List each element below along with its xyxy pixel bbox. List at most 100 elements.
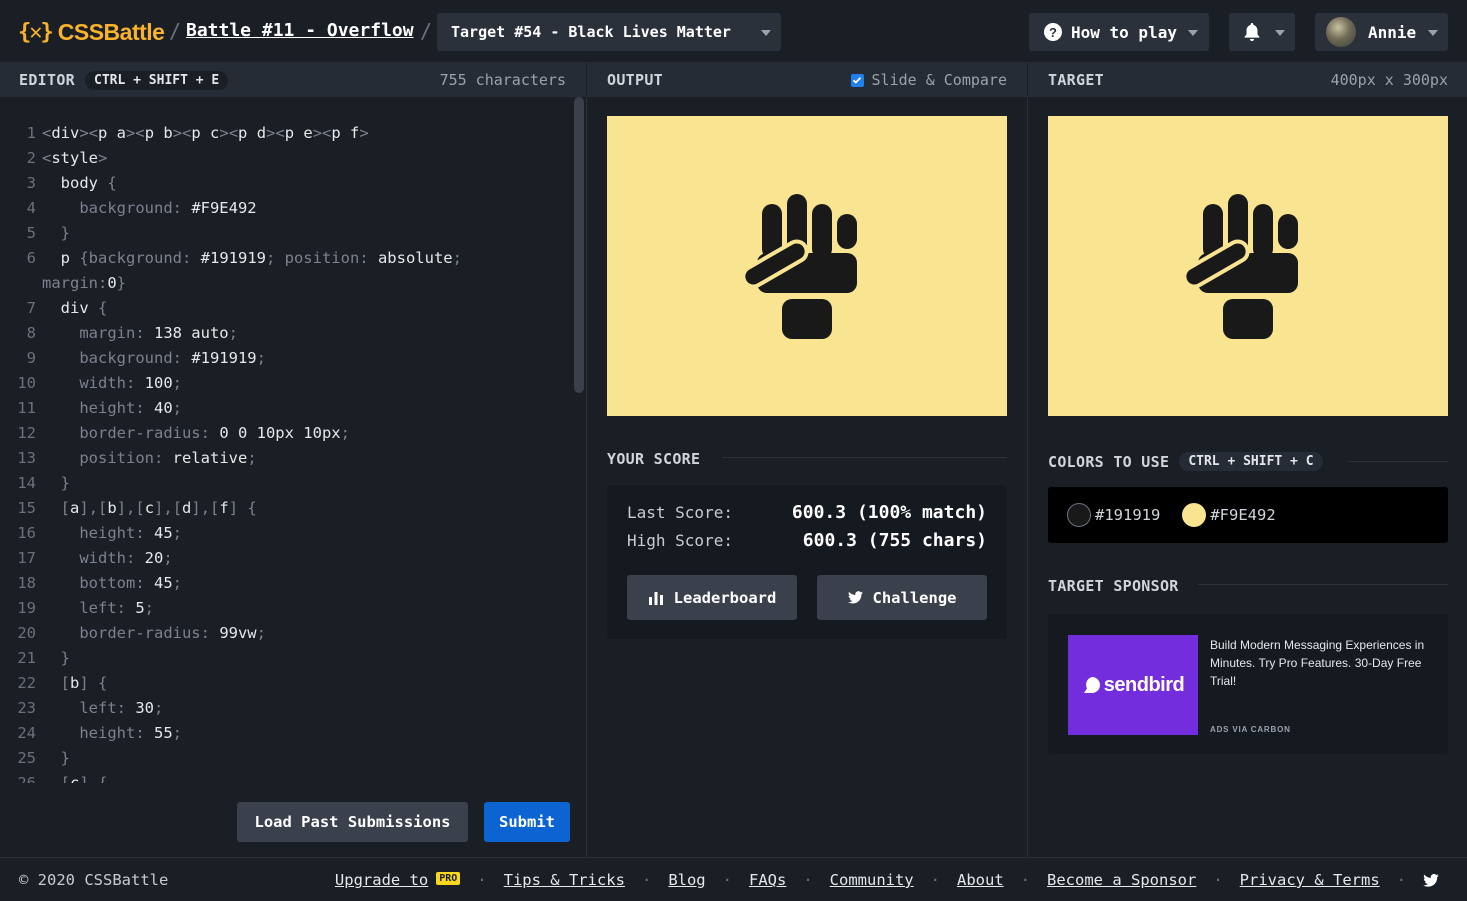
footer-separator: · xyxy=(803,871,813,889)
code-text[interactable]: [b] { xyxy=(42,671,108,696)
code-text[interactable]: position: relative; xyxy=(42,446,256,471)
load-past-submissions-button[interactable]: Load Past Submissions xyxy=(237,802,468,842)
code-line[interactable]: 1 <div><p a><p b><p c><p d><p e><p f> xyxy=(0,121,572,146)
code-line[interactable]: 24 height: 55; xyxy=(0,721,572,746)
line-number: 11 xyxy=(17,399,36,417)
code-line[interactable]: margin:0} xyxy=(0,271,572,296)
code-text[interactable]: bottom: 45; xyxy=(42,571,182,596)
tips-link[interactable]: Tips & Tricks xyxy=(504,871,625,889)
code-text[interactable]: <style> xyxy=(42,146,107,171)
code-text[interactable]: body { xyxy=(42,171,117,196)
code-text[interactable]: p {background: #191919; position: absolu… xyxy=(42,246,462,271)
code-token: ; xyxy=(340,424,350,442)
code-text[interactable]: border-radius: 0 0 10px 10px; xyxy=(42,421,350,446)
code-line[interactable]: 12 border-radius: 0 0 10px 10px; xyxy=(0,421,572,446)
code-text[interactable]: } xyxy=(42,646,70,671)
output-canvas[interactable] xyxy=(607,116,1007,416)
code-text[interactable]: height: 40; xyxy=(42,396,182,421)
sponsor-ad[interactable]: sendbird Build Modern Messaging Experien… xyxy=(1048,614,1448,754)
code-line[interactable]: 20 border-radius: 99vw; xyxy=(0,621,572,646)
divider xyxy=(1348,461,1448,462)
upgrade-link[interactable]: Upgrade to xyxy=(335,871,428,889)
leaderboard-button[interactable]: Leaderboard xyxy=(627,575,797,620)
code-token: d xyxy=(182,499,192,517)
editor-scrollbar[interactable] xyxy=(574,97,584,393)
line-number: 15 xyxy=(17,499,36,517)
code-line[interactable]: 5 } xyxy=(0,221,572,246)
code-text[interactable]: margin: 138 auto; xyxy=(42,321,238,346)
code-text[interactable]: } xyxy=(42,221,70,246)
sponsor-link[interactable]: Become a Sponsor xyxy=(1047,871,1196,889)
community-link[interactable]: Community xyxy=(830,871,914,889)
color-label[interactable]: #191919 xyxy=(1095,506,1160,524)
color-swatch[interactable] xyxy=(1067,503,1091,527)
code-text[interactable]: background: #F9E492 xyxy=(42,196,256,221)
code-text[interactable]: border-radius: 99vw; xyxy=(42,621,266,646)
chevron-down-icon xyxy=(1428,30,1438,36)
code-line[interactable]: 8 margin: 138 auto; xyxy=(0,321,572,346)
code-line[interactable]: 17 width: 20; xyxy=(0,546,572,571)
battle-link[interactable]: Battle #11 - Overflow xyxy=(186,20,414,41)
notifications-button[interactable] xyxy=(1229,13,1295,51)
code-text[interactable]: } xyxy=(42,746,70,771)
code-text[interactable]: left: 5; xyxy=(42,596,154,621)
code-line[interactable]: 7 div { xyxy=(0,296,572,321)
code-text[interactable]: [c] { xyxy=(42,771,108,783)
code-line[interactable]: 2 <style> xyxy=(0,146,572,171)
slide-compare-toggle[interactable]: Slide & Compare xyxy=(850,71,1007,89)
twitter-icon[interactable] xyxy=(1423,873,1439,887)
code-line[interactable]: 13 position: relative; xyxy=(0,446,572,471)
code-text[interactable]: div { xyxy=(42,296,108,321)
blog-link[interactable]: Blog xyxy=(668,871,705,889)
target-select[interactable]: Target #54 - Black Lives Matter xyxy=(437,13,781,51)
code-token: left: xyxy=(79,699,136,717)
code-line[interactable]: 21 } xyxy=(0,646,572,671)
code-line[interactable]: 10 width: 100; xyxy=(0,371,572,396)
high-score-value: 600.3 (755 chars) xyxy=(802,530,987,551)
about-link[interactable]: About xyxy=(957,871,1004,889)
code-text[interactable]: [a],[b],[c],[d],[f] { xyxy=(42,496,257,521)
code-text[interactable]: width: 20; xyxy=(42,546,172,571)
code-token: relative xyxy=(172,449,248,467)
code-line[interactable]: 14 } xyxy=(0,471,572,496)
submit-button[interactable]: Submit xyxy=(484,802,570,842)
code-text[interactable]: <div><p a><p b><p c><p d><p e><p f> xyxy=(42,121,369,146)
code-line[interactable]: 4 background: #F9E492 xyxy=(0,196,572,221)
code-line[interactable]: 25 } xyxy=(0,746,572,771)
sponsor-logo[interactable]: sendbird xyxy=(1068,635,1198,735)
code-line[interactable]: 16 height: 45; xyxy=(0,521,572,546)
code-line[interactable]: 26 [c] { xyxy=(0,771,572,783)
code-text[interactable]: width: 100; xyxy=(42,371,182,396)
cssbattle-logo[interactable]: {✕} CSSBattle xyxy=(18,18,165,46)
code-text[interactable]: margin:0} xyxy=(42,271,126,296)
code-text[interactable]: left: 30; xyxy=(42,696,163,721)
code-text[interactable]: height: 45; xyxy=(42,521,182,546)
code-line[interactable]: 18 bottom: 45; xyxy=(0,571,572,596)
code-line[interactable]: 6 p {background: #191919; position: abso… xyxy=(0,246,572,271)
code-line[interactable]: 19 left: 5; xyxy=(0,596,572,621)
user-menu-button[interactable]: Annie xyxy=(1315,13,1448,51)
code-text[interactable]: } xyxy=(42,471,70,496)
sponsor-text[interactable]: Build Modern Messaging Experiences in Mi… xyxy=(1210,636,1430,690)
code-text[interactable]: height: 55; xyxy=(42,721,182,746)
challenge-button[interactable]: Challenge xyxy=(817,575,987,620)
ads-via-carbon[interactable]: ADS VIA CARBON xyxy=(1210,725,1291,734)
code-line[interactable]: 23 left: 30; xyxy=(0,696,572,721)
code-editor[interactable]: 1 <div><p a><p b><p c><p d><p e><p f> 2 <st… xyxy=(0,97,586,857)
color-swatch[interactable] xyxy=(1182,503,1207,527)
code-line[interactable]: 11 height: 40; xyxy=(0,396,572,421)
code-line[interactable]: 3 body { xyxy=(0,171,572,196)
color-label[interactable]: #F9E492 xyxy=(1210,506,1275,524)
faqs-link[interactable]: FAQs xyxy=(749,871,786,889)
code-area[interactable]: 1 <div><p a><p b><p c><p d><p e><p f> 2 <st… xyxy=(0,121,572,783)
privacy-link[interactable]: Privacy & Terms xyxy=(1240,871,1380,889)
code-line[interactable]: 22 [b] { xyxy=(0,671,572,696)
checkbox[interactable] xyxy=(850,73,864,87)
code-line[interactable]: 9 background: #191919; xyxy=(0,346,572,371)
code-token: ; xyxy=(228,324,238,342)
code-text[interactable]: background: #191919; xyxy=(42,346,266,371)
code-token: [ xyxy=(60,774,71,783)
how-to-play-button[interactable]: ? How to play xyxy=(1029,13,1209,51)
code-line[interactable]: 15 [a],[b],[c],[d],[f] { xyxy=(0,496,572,521)
